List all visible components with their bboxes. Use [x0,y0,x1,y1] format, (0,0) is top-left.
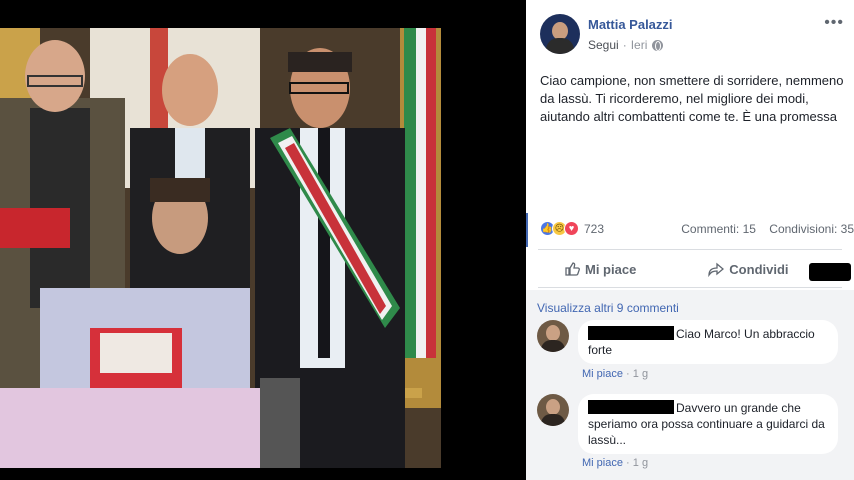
commenter-avatar[interactable] [537,320,569,352]
share-button[interactable]: Condividi [708,261,789,277]
selection-indicator [526,213,528,247]
comment-actions: Mi piace · 1 g [582,457,648,469]
post-side-panel: Mattia Palazzi Segui · Ieri ••• Ciao cam… [526,0,854,480]
author-name[interactable]: Mattia Palazzi [588,17,673,32]
redacted-commenter-name [588,326,674,340]
post-timestamp[interactable]: Ieri [631,38,648,52]
meta-separator: · [626,368,630,380]
comment-like-link[interactable]: Mi piace [582,368,623,380]
like-button[interactable]: Mi piace [564,261,636,277]
reactions-summary[interactable]: 👍 ☹ ♥ 723 [540,221,604,236]
divider [538,249,842,250]
comment-timestamp[interactable]: 1 g [633,457,648,469]
globe-icon [652,39,664,51]
share-arrow-icon [708,262,725,277]
shares-count[interactable]: Condivisioni: 35 [769,222,854,236]
meta-separator: · [626,457,630,469]
comments-section: Visualizza altri 9 commenti Ciao Marco! … [526,290,854,480]
post-actions: Mi piace Condividi [538,255,842,283]
photo-illustration [0,28,441,468]
redacted-commenter-name [588,400,674,414]
comment-bubble: Ciao Marco! Un abbraccio forte [578,320,838,364]
more-options-icon[interactable]: ••• [824,14,844,32]
share-button-label: Condividi [729,261,789,277]
divider [538,287,842,288]
post-header: Mattia Palazzi Segui · Ieri [540,14,673,54]
author-meta: Mattia Palazzi Segui · Ieri [588,14,673,52]
thumbs-up-icon [565,262,580,276]
comment-item: Ciao Marco! Un abbraccio forte [537,320,838,364]
reaction-count: 723 [584,221,605,236]
post-text: Ciao campione, non smettere di sorridere… [540,73,844,124]
redacted-button[interactable] [809,263,851,281]
follow-link[interactable]: Segui [588,38,619,52]
engagement-counts: Commenti: 15 Condivisioni: 35 [681,222,854,236]
comment-like-link[interactable]: Mi piace [582,457,623,469]
view-more-comments-link[interactable]: Visualizza altri 9 commenti [537,301,679,315]
comment-item: Davvero un grande che speriamo ora possa… [537,394,838,454]
facebook-photo-viewer: Mattia Palazzi Segui · Ieri ••• Ciao cam… [0,0,854,480]
post-meta-row: Segui · Ieri [588,38,673,52]
author-avatar[interactable] [540,14,580,54]
photo-viewer [0,0,526,480]
comment-actions: Mi piace · 1 g [582,368,648,380]
comment-timestamp[interactable]: 1 g [633,368,648,380]
like-button-label: Mi piace [585,261,637,277]
meta-separator: · [622,38,627,52]
comment-bubble: Davvero un grande che speriamo ora possa… [578,394,838,454]
love-reaction-icon: ♥ [564,221,579,236]
comments-count[interactable]: Commenti: 15 [681,222,756,236]
commenter-avatar[interactable] [537,394,569,426]
post-photo[interactable] [0,28,441,468]
